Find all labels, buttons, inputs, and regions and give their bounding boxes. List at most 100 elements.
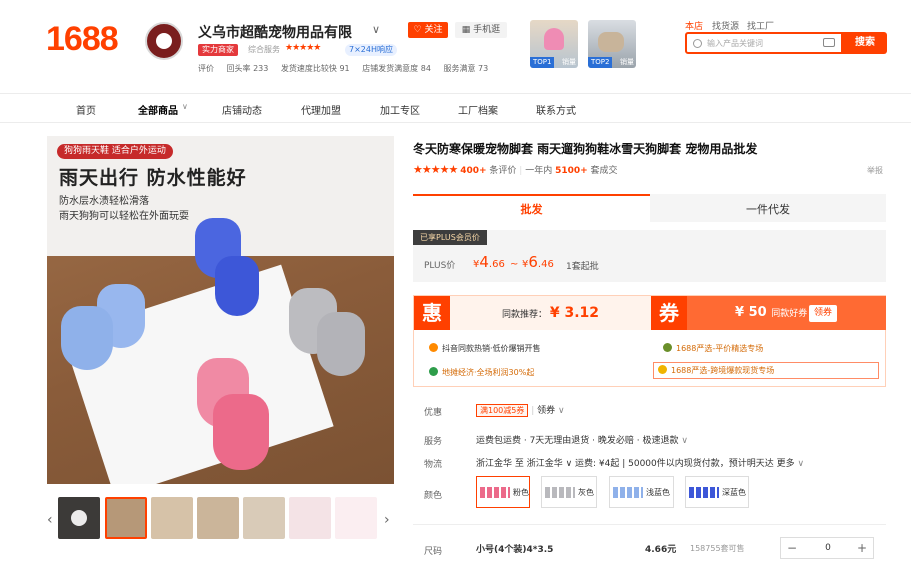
scope-find-source[interactable]: 找货源 <box>712 19 739 32</box>
thumbnail-item[interactable] <box>105 497 147 539</box>
service-value[interactable]: 运费包运费 · 7天无理由退货 · 晚发必赔 · 极速退款 ∨ <box>476 433 688 446</box>
stat-item: 评价 <box>198 64 214 73</box>
minimum-order: 1套起批 <box>566 262 599 272</box>
main-product-image[interactable]: 狗狗雨天鞋 适合户外运动 雨天出行 防水性能好 防水层水渍轻松滑落 雨天狗狗可以… <box>47 136 394 484</box>
image-headline: 雨天出行 防水性能好 <box>59 167 247 189</box>
nav-home[interactable]: 首页 <box>76 102 96 117</box>
stat-item: 店铺发货满意度 84 <box>362 64 431 73</box>
chevron-down-icon: ∨ <box>182 102 188 111</box>
qr-icon: ▦ <box>461 25 474 35</box>
promo-link[interactable]: 地摊经济·全场利润30%起 <box>429 367 534 378</box>
top2-product-card[interactable]: TOP2 销量 <box>588 20 636 68</box>
thumbnail-strip: ‹ › <box>47 494 394 544</box>
price-low: ¥4.66 <box>473 253 505 271</box>
blue-shoe <box>215 256 259 316</box>
site-logo[interactable]: 1688 <box>46 20 119 59</box>
thumbnail-item[interactable] <box>151 497 193 539</box>
service-label: 服务 <box>424 437 443 447</box>
coupon-amount: ¥ 50 同款好券 <box>735 305 808 320</box>
mobile-label: 手机逛 <box>473 25 501 35</box>
search-input[interactable]: 输入产品关键词 <box>685 32 843 54</box>
tab-dropship[interactable]: 一件代发 <box>650 194 886 222</box>
thumbnail-item[interactable] <box>289 497 331 539</box>
chevron-right-icon[interactable]: › <box>384 512 390 528</box>
product-title: 冬天防寒保暖宠物脚套 雨天遛狗狗鞋冰雪天狗脚套 宠物用品批发 <box>413 142 758 156</box>
color-option-grey[interactable]: 灰色 <box>541 476 597 508</box>
shop-header: 1688 义乌市超酷宠物用品有限 ∨ ♡ 关注 ▦ 手机逛 实力商家 综合服务 … <box>0 0 911 92</box>
same-item-price: ¥ 3.12 <box>549 305 600 321</box>
nav-factory-file[interactable]: 工厂档案 <box>458 102 498 117</box>
scope-this-shop[interactable]: 本店 <box>685 19 703 32</box>
quantity-stepper: − 0 + <box>780 537 874 559</box>
service-stars: ★★★★★ <box>285 43 321 53</box>
rating-suffix: 条评价 <box>489 166 517 176</box>
nav-all-products[interactable]: 全部商品 <box>138 102 178 117</box>
leaf-icon <box>429 367 438 376</box>
lightblue-shoe <box>61 306 113 370</box>
video-thumbnail[interactable] <box>58 497 100 539</box>
swatch <box>613 487 643 498</box>
response-badge: 7×24H响应 <box>345 44 397 56</box>
chevron-down-icon[interactable]: ∨ <box>372 23 380 36</box>
shop-stats: 评价 回头率 233 发货速度比较快 91 店铺发货满意度 84 服务满意 73 <box>198 63 498 74</box>
thumbnail-item[interactable] <box>197 497 239 539</box>
tab-wholesale[interactable]: 批发 <box>413 194 650 222</box>
mobile-view-button[interactable]: ▦ 手机逛 <box>455 22 507 38</box>
discount-label: 优惠 <box>424 408 443 418</box>
plus-price-label: PLUS价 <box>424 261 456 271</box>
size-name: 小号(4个装)4*3.5 <box>476 545 554 555</box>
play-icon <box>71 510 87 526</box>
color-option-lightblue[interactable]: 浅蓝色 <box>609 476 674 508</box>
divider <box>413 524 886 525</box>
rating-stars: ★★★★★ <box>413 163 458 176</box>
grey-shoe <box>317 312 365 376</box>
strong-merchant-badge: 实力商家 <box>198 44 238 56</box>
promo-link[interactable]: 抖音同款热销·低价爆销开售 <box>429 343 541 354</box>
promo-link[interactable]: 1688严选-平价精选专场 <box>663 343 763 354</box>
report-link[interactable]: 举报 <box>867 165 883 176</box>
nav-agency[interactable]: 代理加盟 <box>301 102 341 117</box>
swatch <box>689 487 719 498</box>
stat-item: 回头率 233 <box>226 64 269 73</box>
full-reduction-tag: 满100减5券 <box>476 404 529 417</box>
top1-tag: TOP1 <box>530 57 555 68</box>
promo-panel: 惠 同款推荐： ¥ 3.12 券 ¥ 50 同款好券 领券 抖音同款热销·低价爆… <box>413 295 886 387</box>
shop-avatar[interactable] <box>145 22 183 60</box>
top1-label: 销量 <box>562 58 576 66</box>
sold-suffix: 套成交 <box>590 166 618 176</box>
same-item-recommend[interactable]: 同款推荐： ¥ 3.12 <box>450 296 651 330</box>
get-coupon-button[interactable]: 领券 <box>809 305 838 322</box>
camera-icon[interactable] <box>823 38 835 47</box>
sun-icon <box>429 343 438 352</box>
color-option-pink[interactable]: 粉色 <box>476 476 530 508</box>
nav-shop-news[interactable]: 店铺动态 <box>222 102 262 117</box>
search-icon <box>693 39 702 48</box>
quantity-input[interactable]: 0 <box>803 538 853 558</box>
rating-count[interactable]: 400+ <box>460 166 486 176</box>
discount-value: 满100减5券 | 领券 ∨ <box>476 403 565 417</box>
thumbnail-item[interactable] <box>243 497 285 539</box>
top1-product-card[interactable]: TOP1 销量 <box>530 20 578 68</box>
decrease-button[interactable]: − <box>781 538 803 558</box>
get-coupon-link[interactable]: 领券 <box>537 406 555 416</box>
nav-contact[interactable]: 联系方式 <box>536 102 576 117</box>
image-line-2: 雨天狗狗可以轻松在外面玩耍 <box>59 211 189 222</box>
top2-tag: TOP2 <box>588 57 613 68</box>
search-placeholder: 输入产品关键词 <box>707 39 763 48</box>
search-button[interactable]: 搜索 <box>843 32 887 54</box>
logistics-value[interactable]: 浙江金华 至 浙江金华 ∨ 运费: ¥4起 | 50000件以内现货付款，预计明… <box>476 456 804 469</box>
coupon-badge: 券 <box>651 296 687 330</box>
logistics-label: 物流 <box>424 460 443 470</box>
nav-processing[interactable]: 加工专区 <box>380 102 420 117</box>
follow-button[interactable]: ♡ 关注 <box>408 22 448 38</box>
shop-name[interactable]: 义乌市超酷宠物用品有限 <box>198 22 352 42</box>
swatch <box>545 487 575 498</box>
increase-button[interactable]: + <box>851 538 873 558</box>
thumbnail-item[interactable] <box>335 497 377 539</box>
chevron-left-icon[interactable]: ‹ <box>47 512 53 528</box>
price-range-tilde: ~ <box>510 259 519 270</box>
color-option-darkblue[interactable]: 深蓝色 <box>685 476 749 508</box>
shop-nav: 首页 全部商品 ∨ 店铺动态 代理加盟 加工专区 工厂档案 联系方式 <box>0 93 911 123</box>
promo-link[interactable]: 1688严选-跨境爆款现货专场 <box>653 362 879 379</box>
scope-find-factory[interactable]: 找工厂 <box>747 19 774 32</box>
